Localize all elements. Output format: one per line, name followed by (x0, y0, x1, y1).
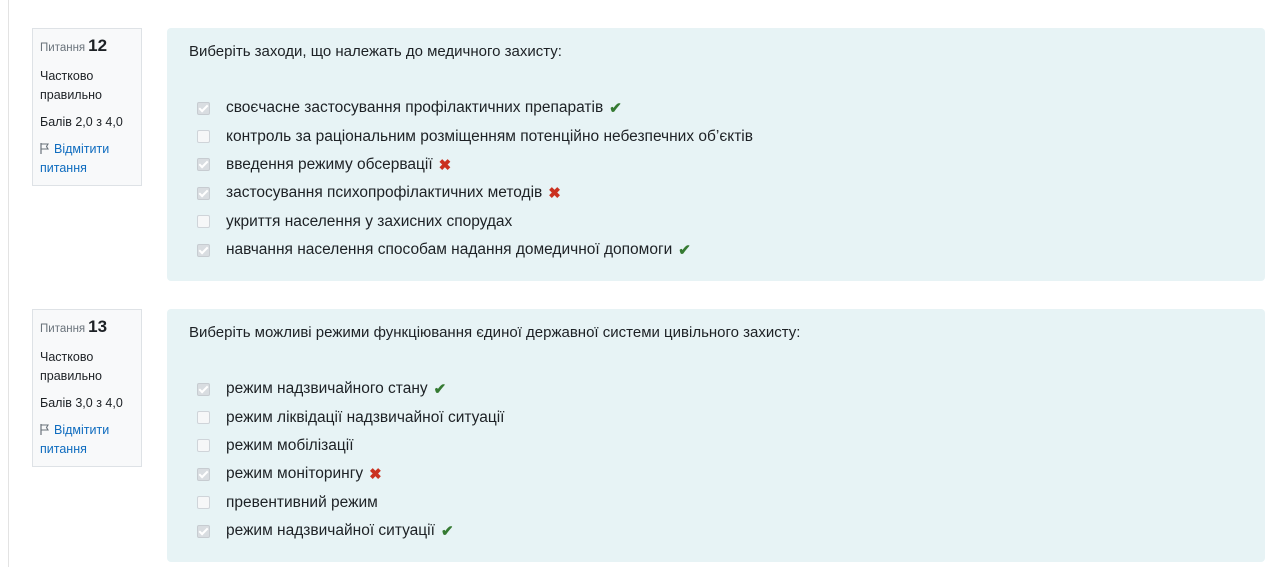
flag-icon (40, 143, 49, 154)
check-icon: ✔ (440, 523, 454, 541)
answer-checkbox[interactable] (197, 411, 210, 425)
answer-label: превентивний режим (226, 493, 378, 511)
answer-list: режим надзвичайного стану ✔ режим ліквіда… (197, 375, 504, 545)
flag-question-link[interactable]: Відмітити питання (40, 140, 134, 178)
cross-icon: ✖ (369, 466, 382, 484)
answer-option: застосування психопрофілактичних методів… (197, 179, 753, 207)
flag-question-label: Відмітити питання (40, 423, 110, 456)
check-icon: ✔ (433, 381, 447, 399)
answer-checkbox[interactable] (197, 439, 210, 453)
answer-checkbox[interactable] (197, 524, 210, 538)
answer-checkbox[interactable] (197, 158, 210, 172)
answer-checkbox[interactable] (197, 101, 210, 115)
flag-icon (40, 424, 49, 435)
answer-checkbox[interactable] (197, 382, 210, 396)
question-content: Виберіть можливі режими функціювання єди… (167, 309, 1265, 562)
answer-checkbox[interactable] (197, 186, 210, 200)
cross-icon: ✖ (438, 156, 452, 174)
answer-label: режим ліквідації надзвичайної ситуації (226, 408, 505, 426)
cross-icon: ✖ (548, 185, 561, 203)
answer-option: режим ліквідації надзвичайної ситуації (197, 403, 504, 431)
answer-label: укриття населення у захисних спорудах (226, 212, 513, 230)
answer-label: режим моніторингу (226, 465, 364, 483)
answer-label: своєчасне застосування профілактичних пр… (226, 99, 604, 117)
answer-option: укриття населення у захисних спорудах (197, 208, 753, 236)
question-content: Виберіть заходи, що належать до медичног… (167, 28, 1265, 281)
question-text: Виберіть заходи, що належать до медичног… (189, 43, 562, 60)
question-grade: Балів 2,0 з 4,0 (40, 115, 123, 129)
answer-option: введення режиму обсервації ✖ (197, 151, 753, 179)
answer-list: своєчасне застосування профілактичних пр… (197, 94, 753, 264)
question-number: 13 (88, 317, 108, 336)
question-grade: Балів 3,0 з 4,0 (40, 396, 123, 410)
check-icon: ✔ (678, 242, 691, 260)
answer-option: контроль за раціональним розміщенням пот… (197, 122, 753, 150)
answer-option: превентивний режим (197, 489, 504, 517)
question-state: Частково правильно (40, 350, 102, 383)
question-state: Частково правильно (40, 69, 102, 102)
answer-checkbox[interactable] (197, 496, 210, 510)
answer-label: режим надзвичайного стану (226, 380, 428, 398)
answer-label: введення режиму обсервації (226, 155, 433, 173)
answer-option: навчання населення способам надання доме… (197, 236, 753, 264)
answer-label: контроль за раціональним розміщенням пот… (226, 127, 753, 145)
question-info: Питання 13 Частково правильно Балів 3,0 з… (32, 309, 142, 467)
answer-label: режим надзвичайної ситуації (226, 522, 435, 540)
answer-option: режим моніторингу ✖ (197, 460, 504, 488)
check-icon: ✔ (609, 100, 622, 118)
question-label: Питання (40, 42, 86, 54)
question-number-line: Питання 12 (40, 35, 134, 61)
question-text: Виберіть можливі режими функціювання єди… (189, 324, 801, 341)
answer-checkbox[interactable] (197, 215, 210, 229)
answer-option: режим мобілізації (197, 432, 504, 460)
answer-checkbox[interactable] (197, 130, 210, 144)
answer-option: своєчасне застосування профілактичних пр… (197, 94, 753, 122)
answer-checkbox[interactable] (197, 243, 210, 257)
question-info: Питання 12 Частково правильно Балів 2,0 з… (32, 28, 142, 186)
flag-question-link[interactable]: Відмітити питання (40, 421, 134, 459)
answer-checkbox[interactable] (197, 467, 210, 481)
page-left-border (8, 0, 9, 567)
question-label: Питання (40, 323, 86, 335)
answer-label: застосування психопрофілактичних методів (226, 184, 543, 202)
answer-option: режим надзвичайної ситуації ✔ (197, 517, 504, 545)
flag-question-label: Відмітити питання (40, 142, 110, 175)
question-number-line: Питання 13 (40, 316, 134, 342)
answer-label: режим мобілізації (226, 436, 354, 454)
answer-option: режим надзвичайного стану ✔ (197, 375, 504, 403)
answer-label: навчання населення способам надання доме… (226, 241, 673, 259)
question-number: 12 (88, 36, 108, 55)
